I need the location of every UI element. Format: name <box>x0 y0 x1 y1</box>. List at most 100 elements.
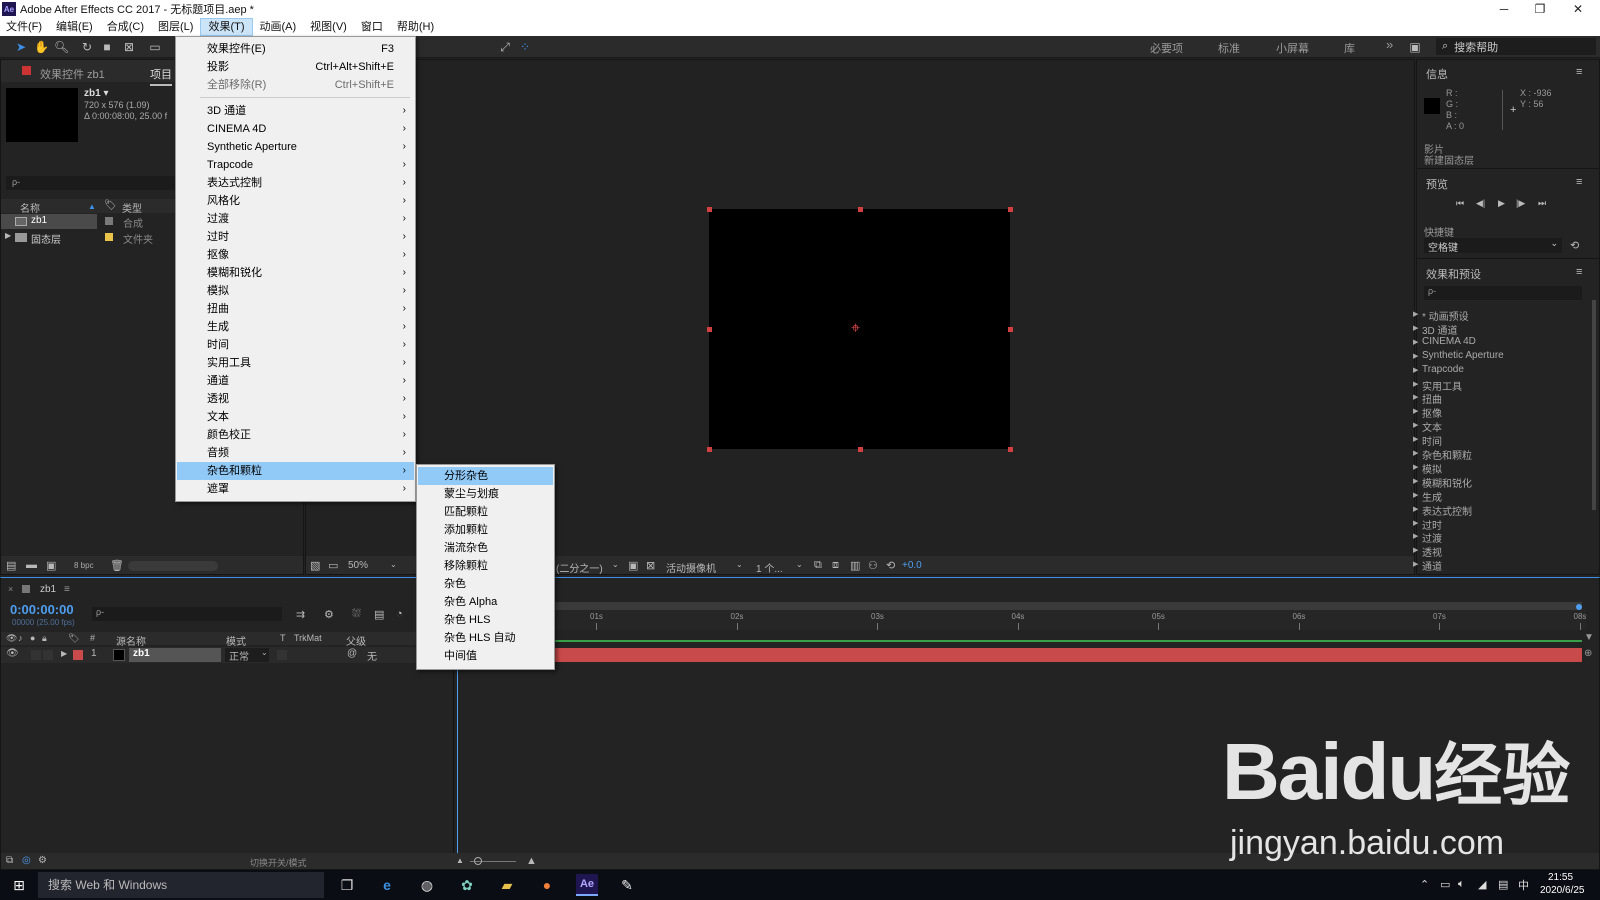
tray-chevron-icon[interactable]: ⌃ <box>1420 878 1429 891</box>
label-column-icon[interactable]: 🏷︎ <box>104 200 117 211</box>
chevron-down-icon[interactable]: ⌄ <box>261 648 268 657</box>
transform-handle[interactable] <box>857 447 863 452</box>
submenu-item-2[interactable]: 匹配颗粒 <box>418 503 553 521</box>
preset-category-item[interactable]: ▶ 3D 通道 <box>1413 322 1458 337</box>
chevron-down-icon[interactable]: ⌄ <box>390 560 397 569</box>
pickwhip-icon[interactable]: @ <box>347 648 357 659</box>
minimize-button[interactable]: ─ <box>1486 0 1522 18</box>
timeline-icon[interactable]: ▥ <box>850 559 860 572</box>
menu-category-1[interactable]: CINEMA 4D › <box>177 120 414 138</box>
menu-help[interactable]: 帮助(H) <box>390 18 441 36</box>
workspace-small-screen[interactable]: 小屏幕 <box>1276 40 1309 56</box>
parent-select[interactable]: 无 <box>367 648 377 663</box>
transform-handle[interactable] <box>1008 327 1013 332</box>
column-trkmat[interactable]: TrkMat <box>294 633 322 643</box>
shortcut-select[interactable]: 空格键 ⌄ <box>1424 238 1562 254</box>
menu-view[interactable]: 视图(V) <box>303 18 354 36</box>
menu-category-17[interactable]: 文本 › <box>177 408 414 426</box>
panel-menu-icon[interactable]: ≡ <box>64 584 70 595</box>
preset-category-item[interactable]: ▶ 模拟 <box>1413 461 1442 476</box>
menu-category-16[interactable]: 透视 › <box>177 390 414 408</box>
transform-handle[interactable] <box>707 327 712 332</box>
layer-switches-icon[interactable]: ⧉ <box>6 855 13 866</box>
preset-category-item[interactable]: ▶ 通道 <box>1413 558 1442 573</box>
menu-category-20[interactable]: 杂色和颗粒 › <box>177 462 414 480</box>
new-folder-icon[interactable]: ▬ <box>26 559 37 571</box>
menu-file[interactable]: 文件(F) <box>0 18 49 36</box>
submenu-item-6[interactable]: 杂色 <box>418 575 553 593</box>
effects-search-input[interactable]: ρ‑ <box>1424 286 1582 300</box>
zoom-slider-handle[interactable] <box>474 857 482 865</box>
camera-select[interactable]: 活动摄像机 <box>666 560 716 575</box>
preset-category-item[interactable]: ▶ 杂色和颗粒 <box>1413 447 1472 462</box>
file-explorer-icon[interactable]: ▰ <box>496 874 518 896</box>
item-name[interactable]: zb1 ▾ <box>84 88 108 99</box>
tab-effect-controls[interactable]: 效果控件 zb1 <box>40 66 105 82</box>
workspace-library[interactable]: 库 <box>1344 40 1355 56</box>
motion-blur-icon[interactable]: ◔ <box>396 608 403 620</box>
camera-tool-icon[interactable]: ■ <box>100 40 114 54</box>
submenu-item-3[interactable]: 添加颗粒 <box>418 521 553 539</box>
rotate-tool-icon[interactable]: ↻ <box>80 40 94 54</box>
menu-category-18[interactable]: 颜色校正 › <box>177 426 414 444</box>
comp-marker-icon[interactable]: ▼ <box>1584 632 1594 643</box>
trash-icon[interactable]: 🗑︎ <box>110 559 124 572</box>
menu-category-9[interactable]: 模糊和锐化 › <box>177 264 414 282</box>
rectangle-tool-icon[interactable]: ▭ <box>148 40 162 54</box>
preset-category-item[interactable]: ▶ 抠像 <box>1413 405 1442 420</box>
chevron-down-icon[interactable]: ⌄ <box>612 560 619 569</box>
preset-category-item[interactable]: ▶ CINEMA 4D <box>1413 336 1476 347</box>
zoom-out-icon[interactable]: ▲ <box>456 856 464 865</box>
column-type[interactable]: 类型 <box>122 200 142 215</box>
expand-arrow-icon[interactable]: ▶ <box>61 649 67 658</box>
menu-category-11[interactable]: 扭曲 › <box>177 300 414 318</box>
column-name[interactable]: 名称 <box>20 200 40 215</box>
label-color[interactable] <box>105 233 113 241</box>
draft-3d-icon[interactable]: ⚙ <box>324 608 334 621</box>
preset-category-item[interactable]: ▶ 透视 <box>1413 544 1442 559</box>
menu-category-12[interactable]: 生成 › <box>177 318 414 336</box>
menu-category-4[interactable]: 表达式控制 › <box>177 174 414 192</box>
firefox-icon[interactable]: ● <box>536 874 558 896</box>
preset-category-item[interactable]: ▶ 文本 <box>1413 419 1442 434</box>
preset-category-item[interactable]: ▶ Synthetic Aperture <box>1413 350 1504 361</box>
transform-handle[interactable] <box>857 207 863 212</box>
layer-search-input[interactable]: ρ‑ <box>92 607 282 621</box>
transform-handle[interactable] <box>1008 447 1013 452</box>
battery-icon[interactable]: ▭ <box>1440 878 1450 891</box>
close-tab-icon[interactable]: × <box>8 584 13 594</box>
app-icon[interactable]: ✿ <box>456 874 478 896</box>
zoom-in-icon[interactable]: ▲ <box>526 855 537 867</box>
preset-category-item[interactable]: ▶ 实用工具 <box>1413 378 1462 393</box>
eye-icon[interactable]: 👁︎ <box>6 648 19 659</box>
scrollbar[interactable] <box>1592 300 1596 510</box>
transform-handle[interactable] <box>707 447 712 452</box>
menu-category-8[interactable]: 抠像 › <box>177 246 414 264</box>
notepad-icon[interactable]: ✎ <box>616 874 638 896</box>
zoom-select[interactable]: 50% <box>348 560 368 571</box>
preview-icon[interactable]: ▧ <box>310 559 320 572</box>
menu-animation[interactable]: 动画(A) <box>253 18 304 36</box>
menu-category-19[interactable]: 音频 › <box>177 444 414 462</box>
preset-category-item[interactable]: ▶ 表达式控制 <box>1413 503 1472 518</box>
snap-tool-icon[interactable]: ⤢ <box>498 40 512 54</box>
pan-behind-tool-icon[interactable]: ⊠ <box>122 40 136 54</box>
zoom-tool-icon[interactable]: 🔍︎ <box>54 40 69 54</box>
region-of-interest-icon[interactable]: ▣ <box>628 559 638 572</box>
menu-category-13[interactable]: 时间 › <box>177 336 414 354</box>
time-ruler[interactable]: 01s 02s 03s 04s 05s 06s 07s 08s <box>456 610 1586 630</box>
menu-category-15[interactable]: 通道 › <box>177 372 414 390</box>
app-icon[interactable]: ◍ <box>416 874 438 896</box>
timecode[interactable]: 0:00:00:00 <box>10 602 74 617</box>
views-select[interactable]: 1 个... <box>756 560 783 575</box>
anchor-point-icon[interactable]: ⌖ <box>851 320 860 338</box>
timeline-comp-tab[interactable]: zb1 <box>40 584 56 595</box>
clock-date[interactable]: 2020/6/25 <box>1540 885 1585 896</box>
next-frame-icon[interactable]: |▶︎ <box>1516 198 1525 209</box>
menu-composition[interactable]: 合成(C) <box>100 18 151 36</box>
edge-browser-icon[interactable]: e <box>376 874 398 896</box>
work-area-bar[interactable] <box>456 602 1582 610</box>
menu-category-5[interactable]: 风格化 › <box>177 192 414 210</box>
flowchart-icon[interactable]: ⚇ <box>868 559 878 572</box>
resolution-select[interactable]: (二分之一) <box>556 560 603 575</box>
